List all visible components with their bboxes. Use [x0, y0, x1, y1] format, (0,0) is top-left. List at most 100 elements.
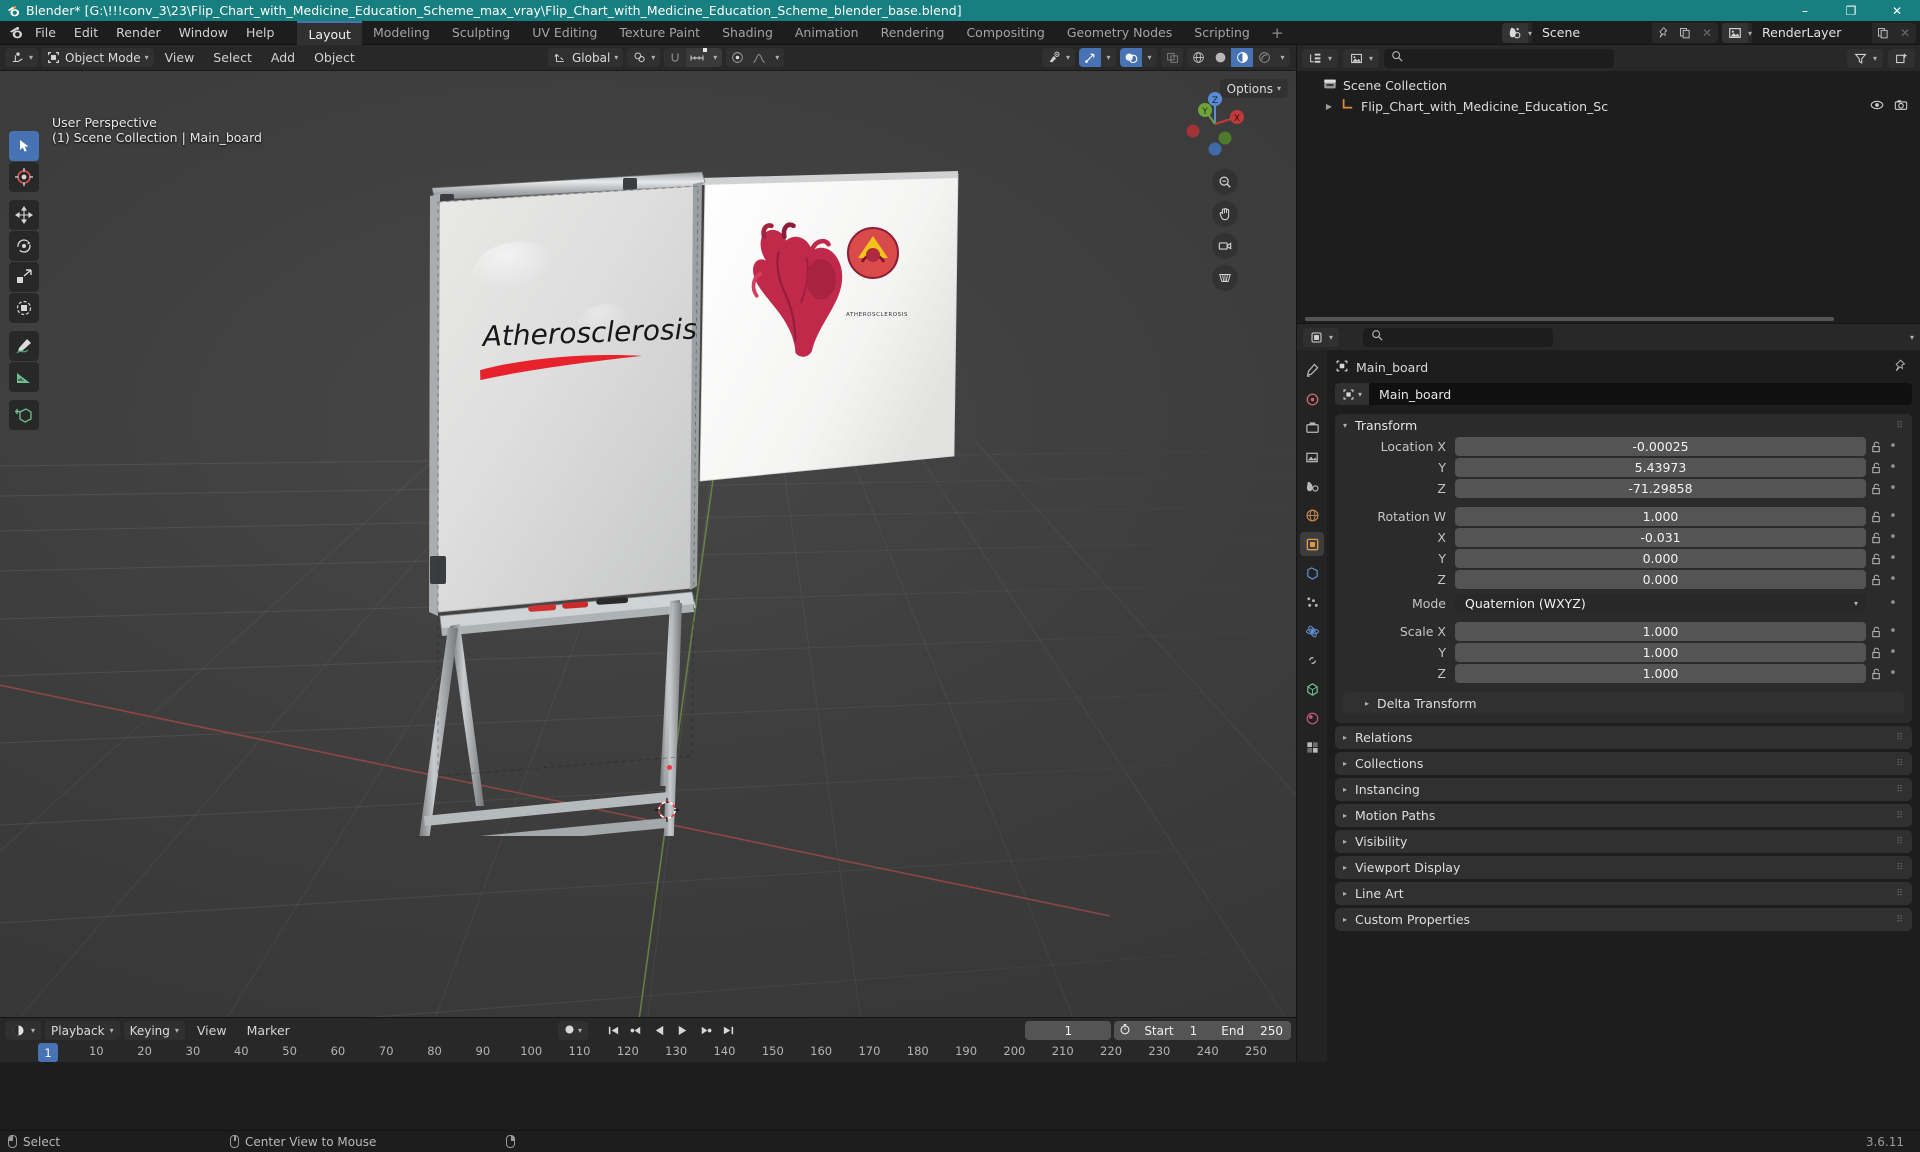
- menu-render[interactable]: Render: [107, 23, 170, 43]
- transform-orientation-selector[interactable]: Global ▾: [548, 48, 624, 67]
- animate-rotation-y-icon[interactable]: •: [1886, 551, 1900, 566]
- scale-y-field[interactable]: 1.000: [1455, 643, 1866, 662]
- modifiers-tab[interactable]: [1300, 561, 1324, 585]
- tab-rendering[interactable]: Rendering: [870, 21, 956, 45]
- location-y-field[interactable]: 5.43973: [1455, 458, 1866, 477]
- frame-range-fields[interactable]: Start 1 End 250: [1114, 1021, 1291, 1040]
- transform-panel-header[interactable]: ▾ Transform ⠿: [1335, 414, 1912, 437]
- menu-file[interactable]: File: [26, 23, 65, 43]
- viewport-display-panel[interactable]: ▸ Viewport Display ⠿: [1335, 856, 1912, 879]
- editor-type-selector[interactable]: ▾: [5, 48, 39, 67]
- rendered-shading-button[interactable]: [1253, 48, 1275, 67]
- show-gizmo-toggle[interactable]: [1079, 48, 1101, 67]
- viewlayer-tab[interactable]: [1300, 445, 1324, 469]
- location-x-field[interactable]: -0.00025: [1455, 437, 1866, 456]
- lock-location-z-icon[interactable]: [1866, 483, 1886, 495]
- relations-panel[interactable]: ▸ Relations ⠿: [1335, 726, 1912, 749]
- object-tab[interactable]: [1300, 532, 1324, 556]
- tool-tab[interactable]: [1300, 358, 1324, 382]
- data-tab[interactable]: [1300, 677, 1324, 701]
- scene-selector[interactable]: ▾ Scene ✕: [1501, 23, 1718, 43]
- lock-rotation-x-icon[interactable]: [1866, 532, 1886, 544]
- timeline-playhead[interactable]: 1: [38, 1043, 58, 1062]
- tab-layout[interactable]: Layout: [297, 20, 362, 45]
- cursor-tool[interactable]: [9, 162, 39, 192]
- move-tool[interactable]: [9, 200, 39, 230]
- hide-in-viewport-icon[interactable]: [1870, 99, 1884, 114]
- object-id-icon[interactable]: ▾: [1335, 383, 1369, 405]
- lock-scale-x-icon[interactable]: [1866, 626, 1886, 638]
- zoom-view-button[interactable]: [1212, 169, 1238, 195]
- overlays-chevron-icon[interactable]: ▾: [1142, 48, 1157, 67]
- outliner-filter-button[interactable]: ▾: [1846, 48, 1883, 68]
- properties-search-input[interactable]: [1363, 327, 1554, 347]
- add-workspace-button[interactable]: +: [1261, 21, 1294, 45]
- timeline-ruler[interactable]: 1 10 20 30 40 50 60 70 80 90 100 110 120 130 140 150 16…: [0, 1043, 1296, 1062]
- tab-geometry-nodes[interactable]: Geometry Nodes: [1056, 21, 1183, 45]
- current-frame-field[interactable]: 1: [1025, 1021, 1112, 1040]
- tab-scripting[interactable]: Scripting: [1183, 21, 1261, 45]
- viewport-menu-select[interactable]: Select: [205, 48, 260, 68]
- falloff-chevron-icon[interactable]: ▾: [770, 48, 785, 67]
- gizmo-chevron-icon[interactable]: ▾: [1101, 48, 1116, 67]
- viewlayer-selector[interactable]: ▾ RenderLayer ✕: [1721, 23, 1916, 43]
- viewport-menu-object[interactable]: Object: [306, 48, 363, 68]
- camera-view-button[interactable]: [1212, 233, 1238, 259]
- maximize-button[interactable]: ❐: [1828, 0, 1874, 21]
- tab-shading[interactable]: Shading: [711, 21, 784, 45]
- tab-animation[interactable]: Animation: [784, 21, 870, 45]
- object-name-field[interactable]: Main_board: [1369, 383, 1912, 405]
- lock-location-x-icon[interactable]: [1866, 441, 1886, 453]
- new-collection-button[interactable]: [1888, 48, 1915, 68]
- custom-properties-panel[interactable]: ▸ Custom Properties ⠿: [1335, 908, 1912, 931]
- scale-z-field[interactable]: 1.000: [1455, 664, 1866, 683]
- viewport-menu-view[interactable]: View: [157, 48, 203, 68]
- outliner-scrollbar[interactable]: [1305, 317, 1880, 321]
- pan-view-button[interactable]: [1212, 201, 1238, 227]
- properties-search-field[interactable]: [1389, 330, 1546, 344]
- play-button[interactable]: [672, 1021, 692, 1040]
- location-z-field[interactable]: -71.29858: [1455, 479, 1866, 498]
- tweak-select-tool[interactable]: [9, 131, 39, 161]
- outliner-display-mode-selector[interactable]: ▾: [1343, 48, 1380, 68]
- animate-rotation-w-icon[interactable]: •: [1886, 509, 1900, 524]
- visibility-selector[interactable]: ▾: [1041, 48, 1075, 67]
- lock-location-y-icon[interactable]: [1866, 462, 1886, 474]
- minimize-button[interactable]: –: [1782, 0, 1828, 21]
- animate-rotation-z-icon[interactable]: •: [1886, 572, 1900, 587]
- pin-id-icon[interactable]: [1893, 359, 1906, 375]
- collections-panel[interactable]: ▸ Collections ⠿: [1335, 752, 1912, 775]
- outliner-editor-type-selector[interactable]: ▾: [1302, 48, 1339, 68]
- transform-tool[interactable]: [9, 293, 39, 323]
- close-button[interactable]: ✕: [1874, 0, 1920, 21]
- disable-in-renders-icon[interactable]: [1894, 99, 1908, 114]
- start-frame-value[interactable]: 1: [1182, 1024, 1214, 1038]
- flip-chart-3d-model[interactable]: ATHEROSCLEROSIS Atherosclerosis: [380, 116, 1020, 836]
- rotation-mode-dropdown[interactable]: Quaternion (WXYZ) ▾: [1455, 594, 1866, 613]
- world-tab[interactable]: [1300, 503, 1324, 527]
- animate-location-y-icon[interactable]: •: [1886, 460, 1900, 475]
- viewport-canvas[interactable]: ATHEROSCLEROSIS Atherosclerosis User Per…: [0, 71, 1296, 1062]
- annotate-tool[interactable]: [9, 331, 39, 361]
- add-cube-tool[interactable]: [9, 400, 39, 430]
- animate-rotation-x-icon[interactable]: •: [1886, 530, 1900, 545]
- pin-scene-icon[interactable]: [1652, 23, 1674, 43]
- new-viewlayer-button[interactable]: [1872, 23, 1894, 43]
- outliner-row-flipchart-object[interactable]: ▶ Flip_Chart_with_Medicine_Education_Sc: [1297, 96, 1920, 117]
- tab-sculpting[interactable]: Sculpting: [441, 21, 521, 45]
- instancing-panel[interactable]: ▸ Instancing ⠿: [1335, 778, 1912, 801]
- snap-chevron-icon[interactable]: ▾: [708, 48, 723, 67]
- outliner-row-scene-collection[interactable]: Scene Collection: [1297, 75, 1920, 96]
- drag-grip-icon[interactable]: ⠿: [1896, 889, 1904, 899]
- timeline-editor-type-selector[interactable]: ▾: [5, 1021, 42, 1040]
- solid-shading-button[interactable]: [1209, 48, 1231, 67]
- timeline-menu-marker[interactable]: Marker: [239, 1021, 298, 1041]
- physics-tab[interactable]: [1300, 619, 1324, 643]
- play-reverse-button[interactable]: [649, 1021, 669, 1040]
- rotation-x-field[interactable]: -0.031: [1455, 528, 1866, 547]
- drag-grip-icon[interactable]: ⠿: [1896, 785, 1904, 795]
- keying-menu[interactable]: Keying ▾: [123, 1021, 185, 1040]
- timeline-menu-view[interactable]: View: [189, 1021, 235, 1041]
- render-tab[interactable]: [1300, 387, 1324, 411]
- lock-rotation-w-icon[interactable]: [1866, 511, 1886, 523]
